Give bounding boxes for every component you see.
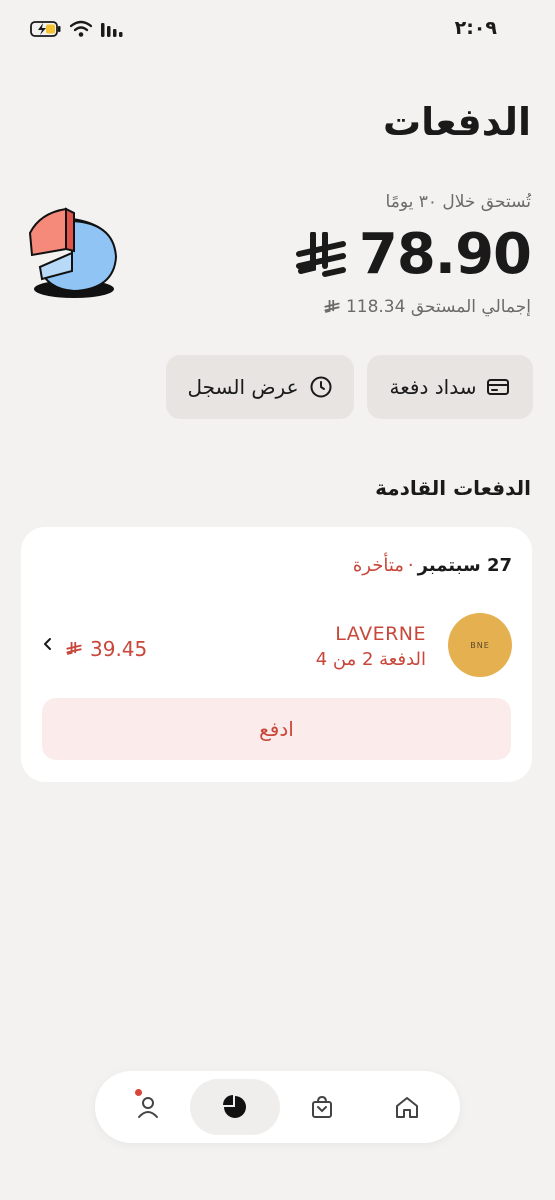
shopping-bag-icon xyxy=(312,1095,332,1118)
clock-icon xyxy=(310,376,332,398)
pie-chart-icon xyxy=(223,1095,246,1118)
signal-icon xyxy=(101,23,123,37)
amount-due: 78.90 xyxy=(295,222,532,287)
pay-button[interactable]: ادفع xyxy=(42,698,511,760)
pay-installment-button[interactable]: سداد دفعة xyxy=(367,355,533,419)
pay-installment-label: سداد دفعة xyxy=(389,375,477,399)
bottom-nav xyxy=(95,1071,460,1143)
installment-amount[interactable]: 39.45 xyxy=(66,637,147,661)
status-time: ٢:٠٩ xyxy=(454,17,497,39)
credit-card-icon xyxy=(487,379,510,395)
payment-date-row: 27 سبتمبر · متأخرة xyxy=(353,555,512,576)
total-due-label: إجمالي المستحق 118.34 xyxy=(324,297,531,317)
nav-payments[interactable] xyxy=(190,1079,280,1135)
nav-home[interactable] xyxy=(362,1079,452,1135)
overdue-badge: متأخرة xyxy=(352,555,404,576)
page-title: الدفعات xyxy=(382,100,531,144)
home-icon xyxy=(396,1097,418,1118)
amount-value: 78.90 xyxy=(358,222,532,287)
installment-progress: الدفعة 2 من 4 xyxy=(315,649,426,670)
pie-chart-illustration xyxy=(28,207,118,298)
status-bar: ٢:٠٩ xyxy=(0,0,555,60)
status-icons xyxy=(30,20,124,38)
merchant-name: LAVERNE xyxy=(335,623,426,645)
installment-amount-value: 39.45 xyxy=(90,637,148,661)
view-history-label: عرض السجل xyxy=(187,375,299,399)
riyal-currency-icon xyxy=(324,300,340,313)
riyal-currency-icon xyxy=(66,642,82,655)
notification-dot xyxy=(135,1089,142,1096)
total-due-text: إجمالي المستحق 118.34 xyxy=(345,297,531,317)
nav-profile[interactable] xyxy=(103,1079,193,1135)
profile-icon xyxy=(138,1097,158,1118)
chevron-left-icon[interactable] xyxy=(41,637,55,651)
merchant-logo-text: BNE xyxy=(470,640,490,650)
riyal-currency-icon xyxy=(295,231,346,277)
payment-date: 27 سبتمبر xyxy=(417,555,512,576)
merchant-logo: BNE xyxy=(448,613,512,677)
nav-shop[interactable] xyxy=(277,1079,367,1135)
battery-icon xyxy=(30,21,61,37)
upcoming-payments-title: الدفعات القادمة xyxy=(375,476,531,500)
separator: · xyxy=(407,555,414,576)
view-history-button[interactable]: عرض السجل xyxy=(166,355,354,419)
wifi-icon xyxy=(70,20,92,37)
due-label: تُستحق خلال ٣٠ يومًا xyxy=(385,192,531,212)
payment-card: 27 سبتمبر · متأخرة BNE LAVERNE الدفعة 2 … xyxy=(21,527,532,782)
